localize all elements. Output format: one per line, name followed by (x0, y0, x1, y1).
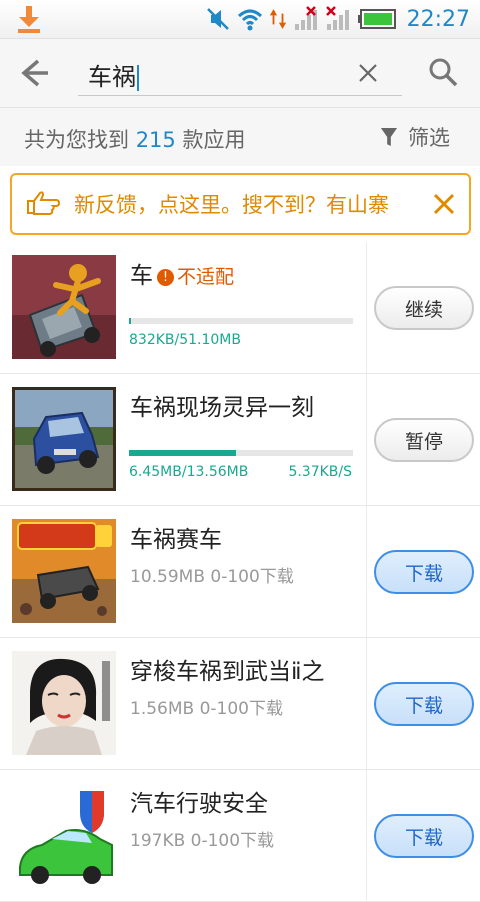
signal-icon (294, 6, 317, 30)
app-name: 车祸赛车 (130, 527, 222, 553)
search-icon[interactable] (428, 57, 458, 87)
download-icon (18, 6, 40, 33)
clear-icon[interactable] (356, 61, 380, 85)
divider (366, 638, 367, 769)
text-caret (137, 65, 139, 91)
continue-button[interactable]: 继续 (374, 286, 474, 330)
banner-text: 新反馈，点这里。搜不到？有山寨 (74, 193, 389, 217)
feedback-banner[interactable]: 新反馈，点这里。搜不到？有山寨 (10, 173, 471, 235)
download-speed: 5.37KB/S (288, 464, 352, 480)
close-icon[interactable] (431, 191, 457, 217)
divider (366, 770, 367, 901)
download-button[interactable]: 下载 (374, 550, 474, 594)
app-name: 汽车行驶安全 (130, 791, 268, 817)
download-progress-bar (129, 318, 353, 324)
search-bar: 车祸 (0, 39, 480, 108)
incompatible-badge: ! 不适配 (157, 266, 234, 288)
download-size: 6.45MB/13.56MB (129, 464, 249, 480)
result-suffix: 款应用 (182, 128, 246, 152)
download-size: 832KB/51.10MB (129, 332, 241, 348)
filter-label: 筛选 (408, 126, 450, 150)
filter-button[interactable]: 筛选 (380, 122, 450, 152)
search-query: 车祸 (88, 57, 139, 92)
search-input[interactable]: 车祸 (78, 51, 402, 96)
app-meta: 197KB 0-100下载 (130, 831, 275, 851)
app-name: 车! 不适配 (130, 263, 235, 289)
result-count-row: 共为您找到 215 款应用 筛选 (0, 108, 480, 166)
result-prefix: 共为您找到 (24, 128, 129, 152)
pause-button[interactable]: 暂停 (374, 418, 474, 462)
app-icon (12, 387, 116, 491)
list-item[interactable]: 车祸赛车 10.59MB 0-100下载 下载 (0, 506, 480, 638)
app-icon (12, 519, 116, 623)
result-number: 215 (135, 128, 176, 152)
progress-fill (129, 318, 132, 324)
download-button[interactable]: 下载 (374, 682, 474, 726)
app-meta: 1.56MB 0-100下载 (130, 699, 283, 719)
list-item[interactable]: 车祸现场灵异一刻 6.45MB/13.56MB 5.37KB/S 暂停 (0, 374, 480, 506)
divider (366, 242, 367, 373)
download-button[interactable]: 下载 (374, 814, 474, 858)
list-item[interactable]: 车! 不适配 832KB/51.10MB 继续 (0, 242, 480, 374)
app-icon (12, 651, 116, 755)
divider (366, 374, 367, 505)
clock: 22:27 (406, 6, 470, 32)
warning-icon: ! (157, 269, 174, 286)
back-arrow-icon[interactable] (14, 55, 54, 91)
download-progress-bar (129, 450, 353, 456)
divider (366, 506, 367, 637)
pointing-hand-icon (27, 191, 60, 215)
app-icon (12, 783, 116, 887)
battery-icon (357, 9, 396, 29)
list-item[interactable]: 穿梭车祸到武当ⅱ之 1.56MB 0-100下载 下载 (0, 638, 480, 770)
app-list: 车! 不适配 832KB/51.10MB 继续 车祸现场灵异一刻 6.45MB/1… (0, 242, 480, 902)
result-count: 共为您找到 215 款应用 (24, 124, 245, 154)
app-name: 车祸现场灵异一刻 (130, 395, 314, 421)
app-meta: 10.59MB 0-100下载 (130, 567, 294, 587)
progress-fill (129, 450, 236, 456)
app-icon (12, 255, 116, 359)
app-name: 穿梭车祸到武当ⅱ之 (130, 659, 325, 685)
mute-icon (206, 8, 229, 30)
data-arrows-icon (269, 9, 286, 29)
wifi-icon (237, 9, 262, 31)
signal-icon-2 (325, 6, 349, 30)
list-item[interactable]: 汽车行驶安全 197KB 0-100下载 下载 (0, 770, 480, 902)
filter-icon (380, 128, 398, 146)
status-bar: 22:27 (0, 0, 480, 39)
